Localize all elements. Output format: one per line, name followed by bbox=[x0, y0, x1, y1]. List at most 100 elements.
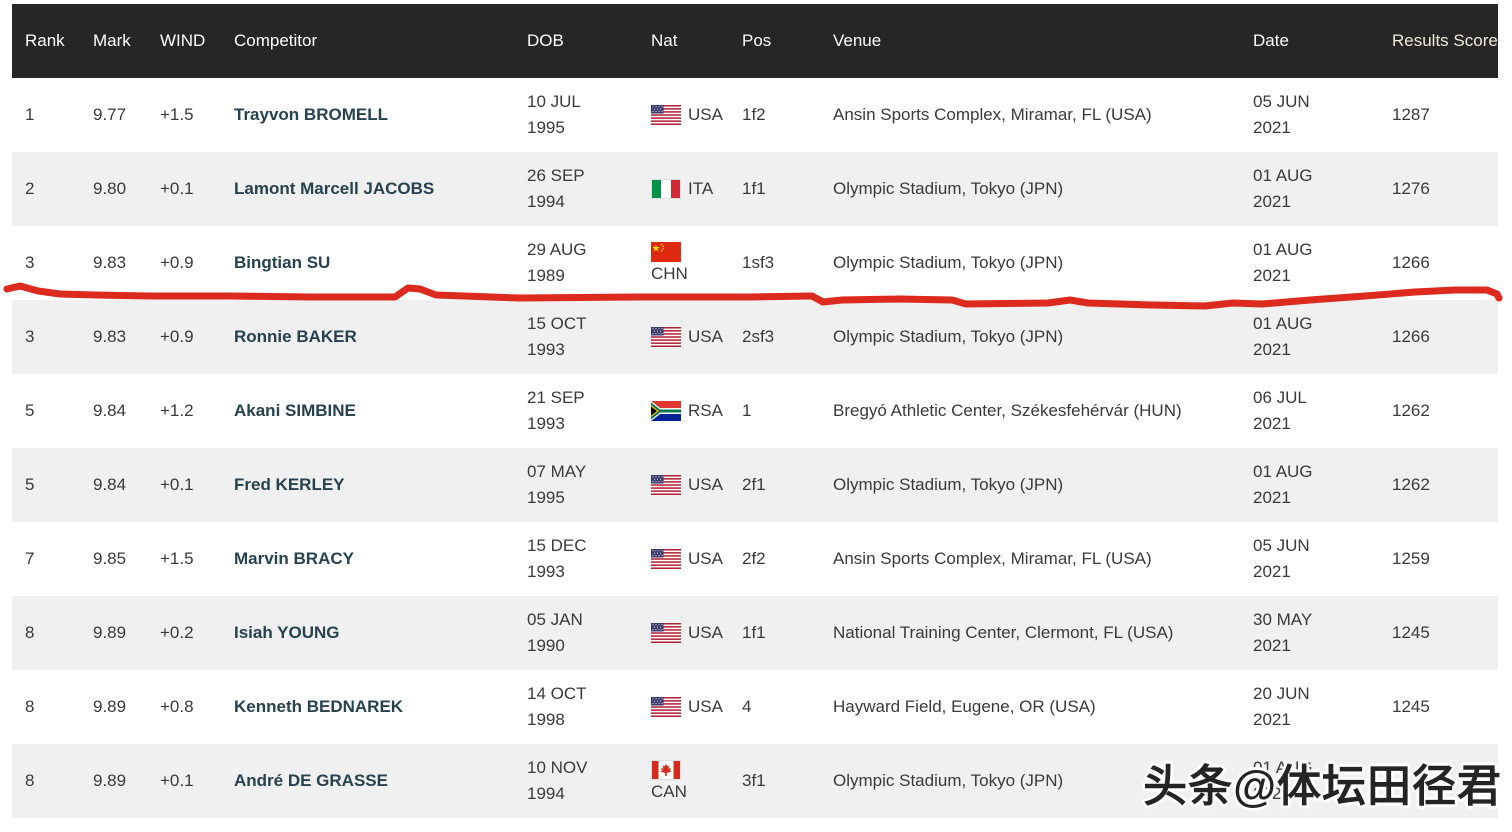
pos-cell: 2f1 bbox=[742, 448, 833, 522]
mark-cell: 9.83 bbox=[93, 226, 160, 300]
rank-cell: 3 bbox=[12, 226, 93, 300]
pos-cell: 4 bbox=[742, 670, 833, 744]
score-cell: 1276 bbox=[1380, 152, 1498, 226]
nat-cell-inner: CHN bbox=[651, 242, 688, 284]
header-dob[interactable]: DOB bbox=[527, 4, 651, 78]
dob-value: 15 OCT 1993 bbox=[527, 311, 601, 364]
rank-cell: 7 bbox=[12, 522, 93, 596]
dob-cell: 15 DEC 1993 bbox=[527, 522, 651, 596]
header-venue[interactable]: Venue bbox=[833, 4, 1253, 78]
dob-value: 29 AUG 1989 bbox=[527, 237, 601, 290]
wind-cell: +1.5 bbox=[160, 78, 234, 152]
pos-cell: 2f2 bbox=[742, 522, 833, 596]
header-date[interactable]: Date bbox=[1253, 4, 1380, 78]
dob-cell: 26 SEP 1994 bbox=[527, 152, 651, 226]
competitor-link[interactable]: André DE GRASSE bbox=[234, 771, 388, 791]
date-cell: 01 AUG 2021 bbox=[1253, 152, 1380, 226]
header-mark[interactable]: Mark bbox=[93, 4, 160, 78]
mark-cell: 9.84 bbox=[93, 374, 160, 448]
date-value: 05 JUN 2021 bbox=[1253, 533, 1327, 586]
competitor-link[interactable]: Bingtian SU bbox=[234, 253, 330, 273]
date-cell: 01 AUG 2021 bbox=[1253, 300, 1380, 374]
nat-cell-inner: USA bbox=[651, 623, 723, 643]
score-cell: 1266 bbox=[1380, 226, 1498, 300]
country-flag-icon bbox=[651, 697, 681, 717]
competitor-cell: Isiah YOUNG bbox=[234, 596, 527, 670]
venue-value: Olympic Stadium, Tokyo (JPN) bbox=[833, 475, 1063, 495]
header-results-score[interactable]: Results Score bbox=[1380, 4, 1498, 78]
venue-cell: Bregyó Athletic Center, Székesfehérvár (… bbox=[833, 374, 1253, 448]
pos-cell: 1f1 bbox=[742, 152, 833, 226]
competitor-link[interactable]: Ronnie BAKER bbox=[234, 327, 357, 347]
nat-cell-inner: CAN bbox=[651, 760, 687, 802]
nat-code: CAN bbox=[651, 782, 687, 802]
date-cell: 20 JUN 2021 bbox=[1253, 670, 1380, 744]
dob-cell: 29 AUG 1989 bbox=[527, 226, 651, 300]
mark-cell: 9.89 bbox=[93, 596, 160, 670]
venue-value: Olympic Stadium, Tokyo (JPN) bbox=[833, 253, 1063, 273]
date-cell: 01 AUG 2021 bbox=[1253, 448, 1380, 522]
competitor-cell: Kenneth BEDNAREK bbox=[234, 670, 527, 744]
pos-cell: 1 bbox=[742, 374, 833, 448]
competitor-cell: Ronnie BAKER bbox=[234, 300, 527, 374]
country-flag-icon bbox=[651, 179, 681, 199]
venue-value: Olympic Stadium, Tokyo (JPN) bbox=[833, 179, 1063, 199]
competitor-link[interactable]: Isiah YOUNG bbox=[234, 623, 340, 643]
nat-cell: USA bbox=[651, 448, 742, 522]
nat-code: USA bbox=[688, 549, 723, 569]
mark-cell: 9.77 bbox=[93, 78, 160, 152]
table-row: 2 9.80 +0.1 Lamont Marcell JACOBS 26 SEP… bbox=[12, 152, 1498, 226]
nat-code: USA bbox=[688, 623, 723, 643]
competitor-cell: Akani SIMBINE bbox=[234, 374, 527, 448]
wind-cell: +0.1 bbox=[160, 152, 234, 226]
rank-cell: 3 bbox=[12, 300, 93, 374]
header-rank[interactable]: Rank bbox=[12, 4, 93, 78]
competitor-link[interactable]: Lamont Marcell JACOBS bbox=[234, 179, 434, 199]
nat-cell: USA bbox=[651, 522, 742, 596]
country-flag-icon bbox=[651, 760, 681, 780]
nat-code: USA bbox=[688, 327, 723, 347]
dob-value: 14 OCT 1998 bbox=[527, 681, 601, 734]
wind-cell: +0.8 bbox=[160, 670, 234, 744]
competitor-link[interactable]: Marvin BRACY bbox=[234, 549, 354, 569]
date-cell: 05 JUN 2021 bbox=[1253, 78, 1380, 152]
competitor-link[interactable]: Trayvon BROMELL bbox=[234, 105, 388, 125]
watermark: 头条@体坛田径君 bbox=[1143, 750, 1502, 814]
nat-cell: CAN bbox=[651, 744, 742, 818]
competitor-link[interactable]: Kenneth BEDNAREK bbox=[234, 697, 403, 717]
table-body: 1 9.77 +1.5 Trayvon BROMELL 10 JUL 1995 … bbox=[12, 78, 1498, 818]
nat-cell-inner: USA bbox=[651, 327, 723, 347]
competitor-link[interactable]: Akani SIMBINE bbox=[234, 401, 356, 421]
rank-cell: 5 bbox=[12, 448, 93, 522]
dob-cell: 21 SEP 1993 bbox=[527, 374, 651, 448]
header-pos[interactable]: Pos bbox=[742, 4, 833, 78]
nat-cell-inner: USA bbox=[651, 697, 723, 717]
country-flag-icon bbox=[651, 401, 681, 421]
venue-cell: National Training Center, Clermont, FL (… bbox=[833, 596, 1253, 670]
table-row: 8 9.89 +0.2 Isiah YOUNG 05 JAN 1990 USA bbox=[12, 596, 1498, 670]
competitor-cell: Bingtian SU bbox=[234, 226, 527, 300]
nat-code: USA bbox=[688, 105, 723, 125]
venue-value: Hayward Field, Eugene, OR (USA) bbox=[833, 697, 1096, 717]
dob-value: 10 JUL 1995 bbox=[527, 89, 601, 142]
competitor-link[interactable]: Fred KERLEY bbox=[234, 475, 345, 495]
header-nat[interactable]: Nat bbox=[651, 4, 742, 78]
dob-cell: 10 JUL 1995 bbox=[527, 78, 651, 152]
dob-cell: 07 MAY 1995 bbox=[527, 448, 651, 522]
dob-value: 26 SEP 1994 bbox=[527, 163, 601, 216]
nat-cell: RSA bbox=[651, 374, 742, 448]
nat-code: USA bbox=[688, 697, 723, 717]
score-cell: 1262 bbox=[1380, 448, 1498, 522]
dob-cell: 15 OCT 1993 bbox=[527, 300, 651, 374]
table-row: 1 9.77 +1.5 Trayvon BROMELL 10 JUL 1995 … bbox=[12, 78, 1498, 152]
date-value: 01 AUG 2021 bbox=[1253, 163, 1327, 216]
mark-cell: 9.89 bbox=[93, 744, 160, 818]
header-wind[interactable]: WIND bbox=[160, 4, 234, 78]
date-value: 01 AUG 2021 bbox=[1253, 237, 1327, 290]
header-competitor[interactable]: Competitor bbox=[234, 4, 527, 78]
score-cell: 1287 bbox=[1380, 78, 1498, 152]
competitor-cell: Marvin BRACY bbox=[234, 522, 527, 596]
mark-cell: 9.85 bbox=[93, 522, 160, 596]
table-row: 8 9.89 +0.8 Kenneth BEDNAREK 14 OCT 1998… bbox=[12, 670, 1498, 744]
date-value: 01 AUG 2021 bbox=[1253, 311, 1327, 364]
